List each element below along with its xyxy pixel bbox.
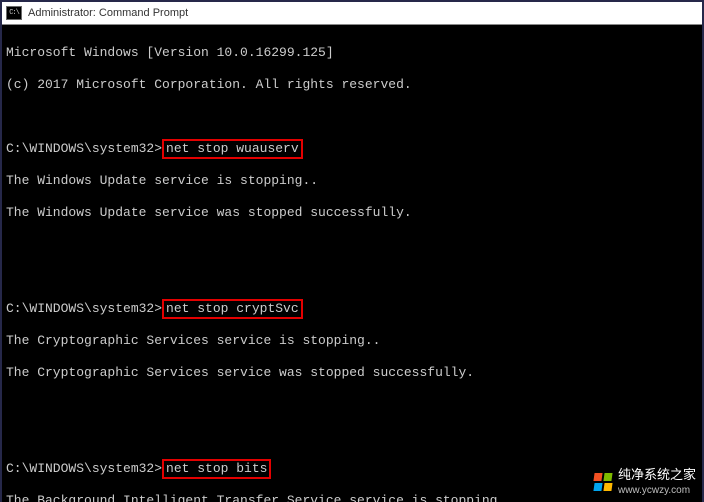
blank-line [6,237,698,253]
blank-line [6,429,698,445]
watermark-site: www.ycwzy.com [618,485,690,496]
titlebar[interactable]: C:\ Administrator: Command Prompt [2,2,702,25]
blank-line [6,269,698,285]
highlighted-command: net stop cryptSvc [162,299,303,319]
prompt: C:\WINDOWS\system32> [6,461,162,476]
output-line: The Cryptographic Services service is st… [6,333,698,349]
copyright-line: (c) 2017 Microsoft Corporation. All righ… [6,77,698,93]
prompt: C:\WINDOWS\system32> [6,301,162,316]
cmd-icon: C:\ [6,6,22,20]
blank-line [6,109,698,125]
version-line: Microsoft Windows [Version 10.0.16299.12… [6,45,698,61]
output-line: The Cryptographic Services service was s… [6,365,698,381]
window-title: Administrator: Command Prompt [28,7,188,19]
watermark-brand: 纯净系统之家 [618,467,696,482]
windows-logo-icon [594,473,612,491]
cmd-line: C:\WINDOWS\system32>net stop wuauserv [6,141,698,157]
cmd-line: C:\WINDOWS\system32>net stop cryptSvc [6,301,698,317]
command-prompt-window: C:\ Administrator: Command Prompt Micros… [0,0,704,502]
highlighted-command: net stop bits [162,459,271,479]
watermark: 纯净系统之家 www.ycwzy.com [594,468,696,496]
output-line: The Windows Update service was stopped s… [6,205,698,221]
highlighted-command: net stop wuauserv [162,139,303,159]
prompt: C:\WINDOWS\system32> [6,141,162,156]
watermark-text: 纯净系统之家 www.ycwzy.com [618,468,696,496]
terminal-output[interactable]: Microsoft Windows [Version 10.0.16299.12… [2,25,702,502]
output-line: The Windows Update service is stopping.. [6,173,698,189]
blank-line [6,397,698,413]
